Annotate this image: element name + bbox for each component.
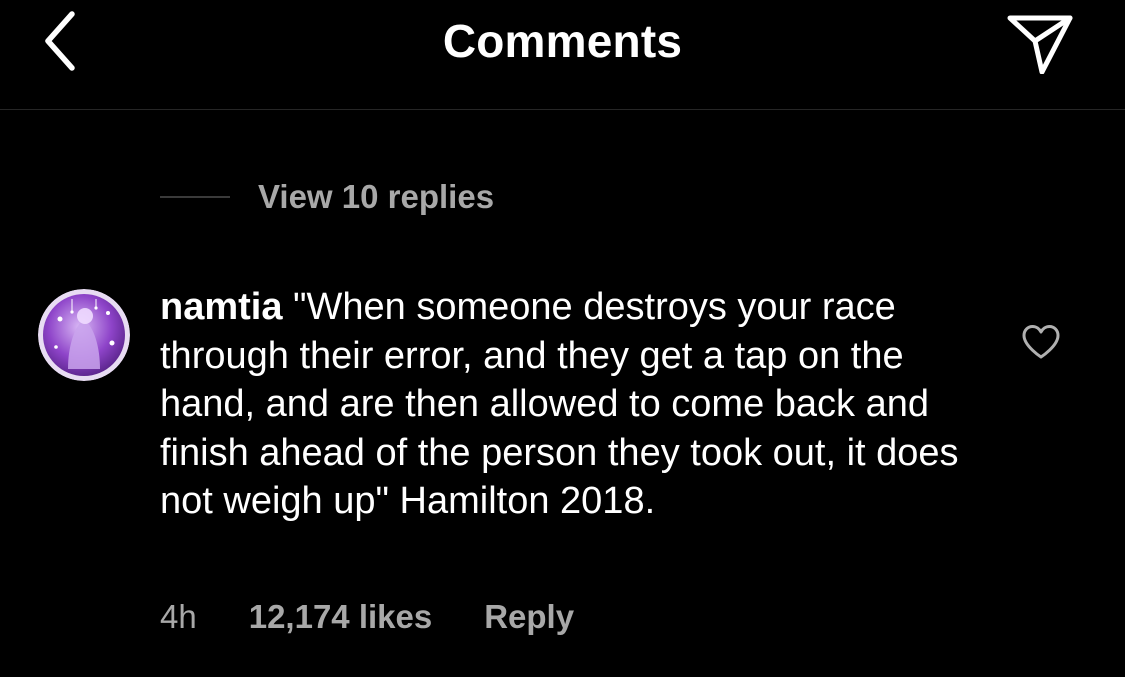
share-button[interactable] (1000, 6, 1080, 78)
header-bar: Comments (0, 0, 1125, 110)
view-replies-label: View 10 replies (258, 178, 495, 215)
comment-username[interactable]: namtia (160, 286, 282, 328)
comment-meta: 4h 12,174 likes Reply (160, 595, 574, 639)
comment-likes-count[interactable]: 12,174 likes (249, 598, 433, 636)
like-button[interactable] (1012, 318, 1070, 366)
heart-outline-icon (1022, 325, 1060, 359)
paper-plane-icon (1007, 15, 1073, 74)
replies-divider (160, 196, 230, 198)
page-title: Comments (442, 15, 683, 67)
comment-timestamp: 4h (160, 598, 197, 635)
view-replies-link[interactable]: View 10 replies (160, 175, 494, 219)
user-avatar-icon (38, 289, 130, 381)
comment-body: namtia "When someone destroys your race … (160, 283, 960, 526)
avatar[interactable] (38, 289, 130, 381)
reply-button[interactable]: Reply (484, 598, 574, 636)
